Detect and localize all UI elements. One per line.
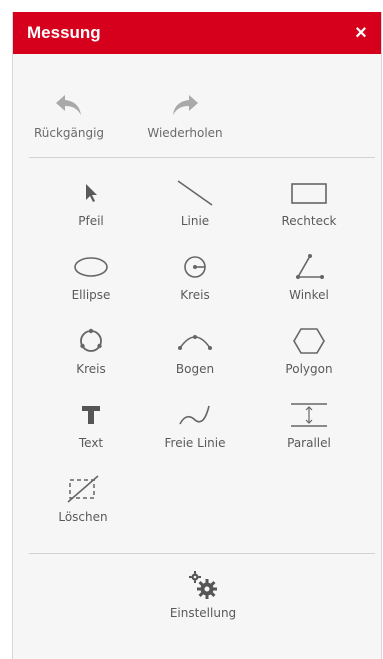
measurement-panel: Messung × Rückgängig Wiederholen Pfeil L… xyxy=(12,12,382,659)
panel-header: Messung × xyxy=(13,12,381,54)
redo-label: Wiederholen xyxy=(147,126,223,140)
tool-circle-center[interactable]: Kreis xyxy=(147,250,243,312)
tool-rectangle[interactable]: Rechteck xyxy=(261,176,357,238)
arc-icon xyxy=(147,324,243,358)
undo-button[interactable]: Rückgängig xyxy=(21,88,117,150)
tool-polygon-label: Polygon xyxy=(285,362,333,376)
tool-polygon[interactable]: Polygon xyxy=(261,324,357,386)
tool-rectangle-label: Rechteck xyxy=(281,214,337,228)
tool-parallel-label: Parallel xyxy=(287,436,331,450)
delete-shape-icon xyxy=(35,472,131,506)
redo-arrow-icon xyxy=(137,88,233,122)
undo-arrow-icon xyxy=(21,88,117,122)
divider xyxy=(29,553,375,554)
circle-points-icon xyxy=(43,324,139,358)
close-button[interactable]: × xyxy=(347,12,375,54)
angle-icon xyxy=(261,250,357,284)
tool-arrow-label: Pfeil xyxy=(78,214,104,228)
settings-button[interactable]: Einstellung xyxy=(155,568,251,630)
tool-parallel[interactable]: Parallel xyxy=(261,398,357,460)
divider xyxy=(29,157,375,158)
tool-circle-center-label: Kreis xyxy=(180,288,210,302)
tool-arc[interactable]: Bogen xyxy=(147,324,243,386)
panel-title: Messung xyxy=(27,23,101,42)
ellipse-icon xyxy=(43,250,139,284)
tool-delete-label: Löschen xyxy=(58,510,108,524)
pointer-arrow-icon xyxy=(43,176,139,210)
freehand-curve-icon xyxy=(147,398,243,432)
tool-freehand[interactable]: Freie Linie xyxy=(147,398,243,460)
rectangle-icon xyxy=(261,176,357,210)
line-icon xyxy=(147,176,243,210)
tool-line-label: Linie xyxy=(180,214,210,228)
tool-delete[interactable]: Löschen xyxy=(35,472,131,534)
settings-label: Einstellung xyxy=(169,606,237,620)
tool-angle-label: Winkel xyxy=(289,288,329,302)
hexagon-icon xyxy=(261,324,357,358)
gears-icon xyxy=(155,568,251,602)
tool-arc-label: Bogen xyxy=(175,362,215,376)
tool-circle-points[interactable]: Kreis xyxy=(43,324,139,386)
circle-center-icon xyxy=(147,250,243,284)
tool-text[interactable]: Text xyxy=(43,398,139,460)
tool-circle-points-label: Kreis xyxy=(76,362,106,376)
tool-ellipse[interactable]: Ellipse xyxy=(43,250,139,312)
tool-angle[interactable]: Winkel xyxy=(261,250,357,312)
tool-freehand-label: Freie Linie xyxy=(164,436,226,450)
parallel-lines-icon xyxy=(261,398,357,432)
text-t-icon xyxy=(43,398,139,432)
tool-line[interactable]: Linie xyxy=(147,176,243,238)
tool-arrow[interactable]: Pfeil xyxy=(43,176,139,238)
tool-ellipse-label: Ellipse xyxy=(71,288,111,302)
redo-button[interactable]: Wiederholen xyxy=(137,88,233,150)
tool-text-label: Text xyxy=(78,436,104,450)
undo-label: Rückgängig xyxy=(33,126,105,140)
